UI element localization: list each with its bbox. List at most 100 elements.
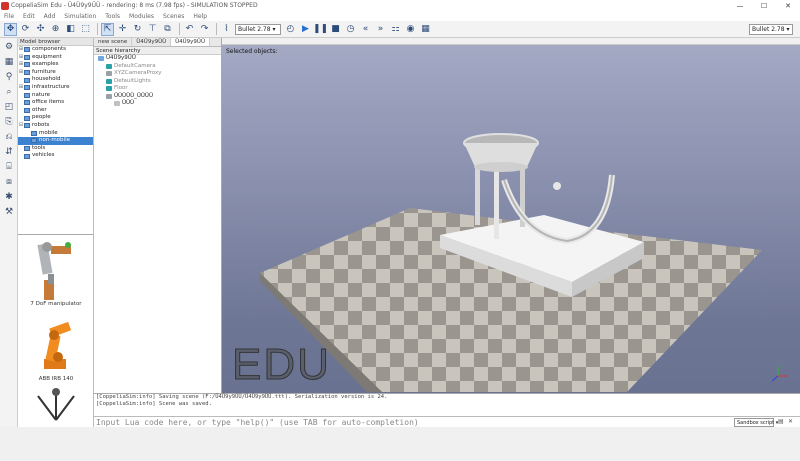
model-folder-item[interactable]: ⊞ components xyxy=(18,46,93,54)
menu-add[interactable]: Add xyxy=(44,13,56,20)
camera-angle-icon[interactable]: ◧ xyxy=(64,23,77,36)
model-folder-item[interactable]: household xyxy=(18,76,93,84)
assemble-icon[interactable]: ⊤ xyxy=(146,23,159,36)
scene-hierarchy-tree[interactable]: Ü4Ü9y9ÜÜ DefaultCamera XYZCameraProxy Defau… xyxy=(94,55,221,108)
object-rotate-icon[interactable]: ↻ xyxy=(131,23,144,36)
user-settings-icon[interactable]: ⚒ xyxy=(2,205,16,218)
shape-edit-icon[interactable]: ◰ xyxy=(2,100,16,113)
menu-tools[interactable]: Tools xyxy=(105,13,120,20)
scene-object-item[interactable]: Ü4Ü9y9ÜÜ xyxy=(94,55,221,63)
realtime-mode-icon[interactable]: ◷ xyxy=(344,23,357,36)
camera-shift-icon[interactable]: ✣ xyxy=(34,23,47,36)
object-select-icon[interactable]: ⇱ xyxy=(101,22,114,36)
scene-object-item[interactable]: DefaultCamera xyxy=(94,63,221,71)
redo-icon[interactable]: ↷ xyxy=(198,23,211,36)
selected-objects-label: Selected objects: xyxy=(226,48,278,55)
model-folder-item[interactable]: people xyxy=(18,114,93,122)
console-clear-icon[interactable]: ✕ xyxy=(788,418,798,427)
menu-scenes[interactable]: Scenes xyxy=(163,13,184,20)
video-recorder-icon[interactable]: ✱ xyxy=(2,190,16,203)
transfer-dna-icon[interactable]: ⧉ xyxy=(161,23,174,36)
scene-object-label: ÜÜÜ xyxy=(122,100,135,106)
stop-icon[interactable]: ■ xyxy=(329,23,342,36)
camera-rotate-icon[interactable]: ⟳ xyxy=(19,23,32,36)
realtime-icon[interactable]: ◴ xyxy=(284,23,297,36)
play-icon[interactable]: ▶ xyxy=(299,23,312,36)
console-toggle-icon[interactable]: ▤ xyxy=(778,418,788,427)
camera-pan-icon[interactable]: ✥ xyxy=(4,22,17,36)
scene-object-item[interactable]: DefaultLights xyxy=(94,78,221,86)
collections-icon[interactable]: ⚲ xyxy=(2,70,16,83)
render-engine-value: Bullet 2.78 xyxy=(752,26,785,33)
slower-icon[interactable]: « xyxy=(359,23,372,36)
model-folder-item[interactable]: other xyxy=(18,107,93,115)
page-select-icon[interactable]: ▦ xyxy=(419,23,432,36)
fit-view-icon[interactable]: ⬚ xyxy=(79,23,92,36)
scene-tab[interactable]: Ü4Ü9y9ÜÜ xyxy=(132,38,172,46)
model-thumb-7dof[interactable]: 7 DoF manipulator xyxy=(18,236,94,311)
minimize-button[interactable]: — xyxy=(728,0,752,11)
model-folder-item[interactable]: ⊞ furniture xyxy=(18,69,93,77)
model-folder-item[interactable]: ⊞ infrastructure xyxy=(18,84,93,92)
model-folder-item[interactable]: non-mobile xyxy=(18,137,93,145)
model-folder-item[interactable]: nature xyxy=(18,92,93,100)
render-engine-select[interactable]: Bullet 2.78 ▾ xyxy=(749,24,793,35)
undo-icon[interactable]: ↶ xyxy=(183,23,196,36)
object-shift-icon[interactable]: ✛ xyxy=(116,23,129,36)
pause-icon[interactable]: ❚❚ xyxy=(313,23,328,36)
scene-tab[interactable]: new scene xyxy=(94,38,133,46)
scene-object-item[interactable]: ÜÜÜ xyxy=(94,100,221,108)
close-button[interactable]: ✕ xyxy=(776,0,800,11)
menu-file[interactable]: File xyxy=(4,13,14,20)
scene-object-label: XYZCameraProxy xyxy=(114,70,162,76)
model-folder-item[interactable]: office items xyxy=(18,99,93,107)
main-toolbar: ✥ ⟳ ✣ ⊕ ◧ ⬚ ⇱ ✛ ↻ ⊤ ⧉ ↶ ↷ ⌇ Bullet 2.78 … xyxy=(0,21,800,38)
scene-object-properties-icon[interactable]: ⚙ xyxy=(2,40,16,53)
dynamics-icon[interactable]: ⌇ xyxy=(220,23,233,36)
console-line: [CoppeliaSim:info] Scene was saved. xyxy=(96,401,212,407)
model-folder-item[interactable]: tools xyxy=(18,145,93,153)
model-browser-icon[interactable]: ⇵ xyxy=(2,145,16,158)
maximize-button[interactable]: ☐ xyxy=(752,0,776,11)
layers-icon[interactable]: ⧈ xyxy=(2,175,16,188)
scripts-icon[interactable]: ⌕ xyxy=(2,85,16,98)
toolbar-separator xyxy=(97,23,98,35)
scene-object-item[interactable]: ÜÜÜÜÜ_ÜÜÜÜ xyxy=(94,93,221,101)
menu-simulation[interactable]: Simulation xyxy=(64,13,96,20)
selection-icon[interactable]: ⎌ xyxy=(2,130,16,143)
menu-modules[interactable]: Modules xyxy=(129,13,154,20)
faster-icon[interactable]: » xyxy=(374,23,387,36)
physics-engine-value: Bullet 2.78 xyxy=(238,25,271,33)
scene-hierarchy-header: Scene hierarchy xyxy=(94,47,221,55)
scene-hierarchy-icon[interactable]: ⌸ xyxy=(2,160,16,173)
path-edit-icon[interactable]: ⎘ xyxy=(2,115,16,128)
script-select[interactable]: Sandbox script ▾ xyxy=(734,418,778,427)
model-folder-item[interactable]: ⊟ robots xyxy=(18,122,93,130)
model-thumb-abb[interactable]: ABB IRB 140 xyxy=(18,311,94,386)
3d-viewport[interactable]: Selected objects: EDU xyxy=(222,45,800,393)
console-line: [CoppeliaSim:info] Saving scene (F:/Ü4Ü9… xyxy=(96,394,388,400)
scene-object-item[interactable]: Floor xyxy=(94,85,221,93)
menu-edit[interactable]: Edit xyxy=(23,13,35,20)
toggle-visualization-icon[interactable]: ◉ xyxy=(404,23,417,36)
lua-command-input[interactable]: Input Lua code here, or type "help()" (u… xyxy=(94,416,800,427)
model-browser-tree[interactable]: ⊞ components ⊞ equipment ⊞ examples ⊞ furniture… xyxy=(18,46,93,235)
model-thumb-delta[interactable] xyxy=(18,386,94,461)
model-folder-label: nature xyxy=(32,91,51,98)
physics-engine-select[interactable]: Bullet 2.78 ▾ xyxy=(235,23,281,35)
ball xyxy=(553,182,561,190)
scene-tab[interactable]: Ü4Ü9y9ÜÜ xyxy=(171,38,210,46)
folder-icon xyxy=(24,62,30,68)
model-folder-item[interactable]: ⊞ equipment xyxy=(18,54,93,62)
model-thumbnails: 7 DoF manipulator ABB IRB 140 xyxy=(18,236,94,461)
calculation-modules-icon[interactable]: ▦ xyxy=(2,55,16,68)
thread-icon[interactable]: ⚏ xyxy=(389,23,402,36)
camera-zoom-icon[interactable]: ⊕ xyxy=(49,23,62,36)
model-folder-item[interactable]: ⊞ examples xyxy=(18,61,93,69)
menu-help[interactable]: Help xyxy=(193,13,207,20)
scene-object-label: Ü4Ü9y9ÜÜ xyxy=(106,55,136,61)
model-folder-item[interactable]: vehicles xyxy=(18,152,93,160)
edu-watermark: EDU xyxy=(232,340,331,390)
model-folder-item[interactable]: mobile xyxy=(18,130,93,138)
scene-object-item[interactable]: XYZCameraProxy xyxy=(94,70,221,78)
